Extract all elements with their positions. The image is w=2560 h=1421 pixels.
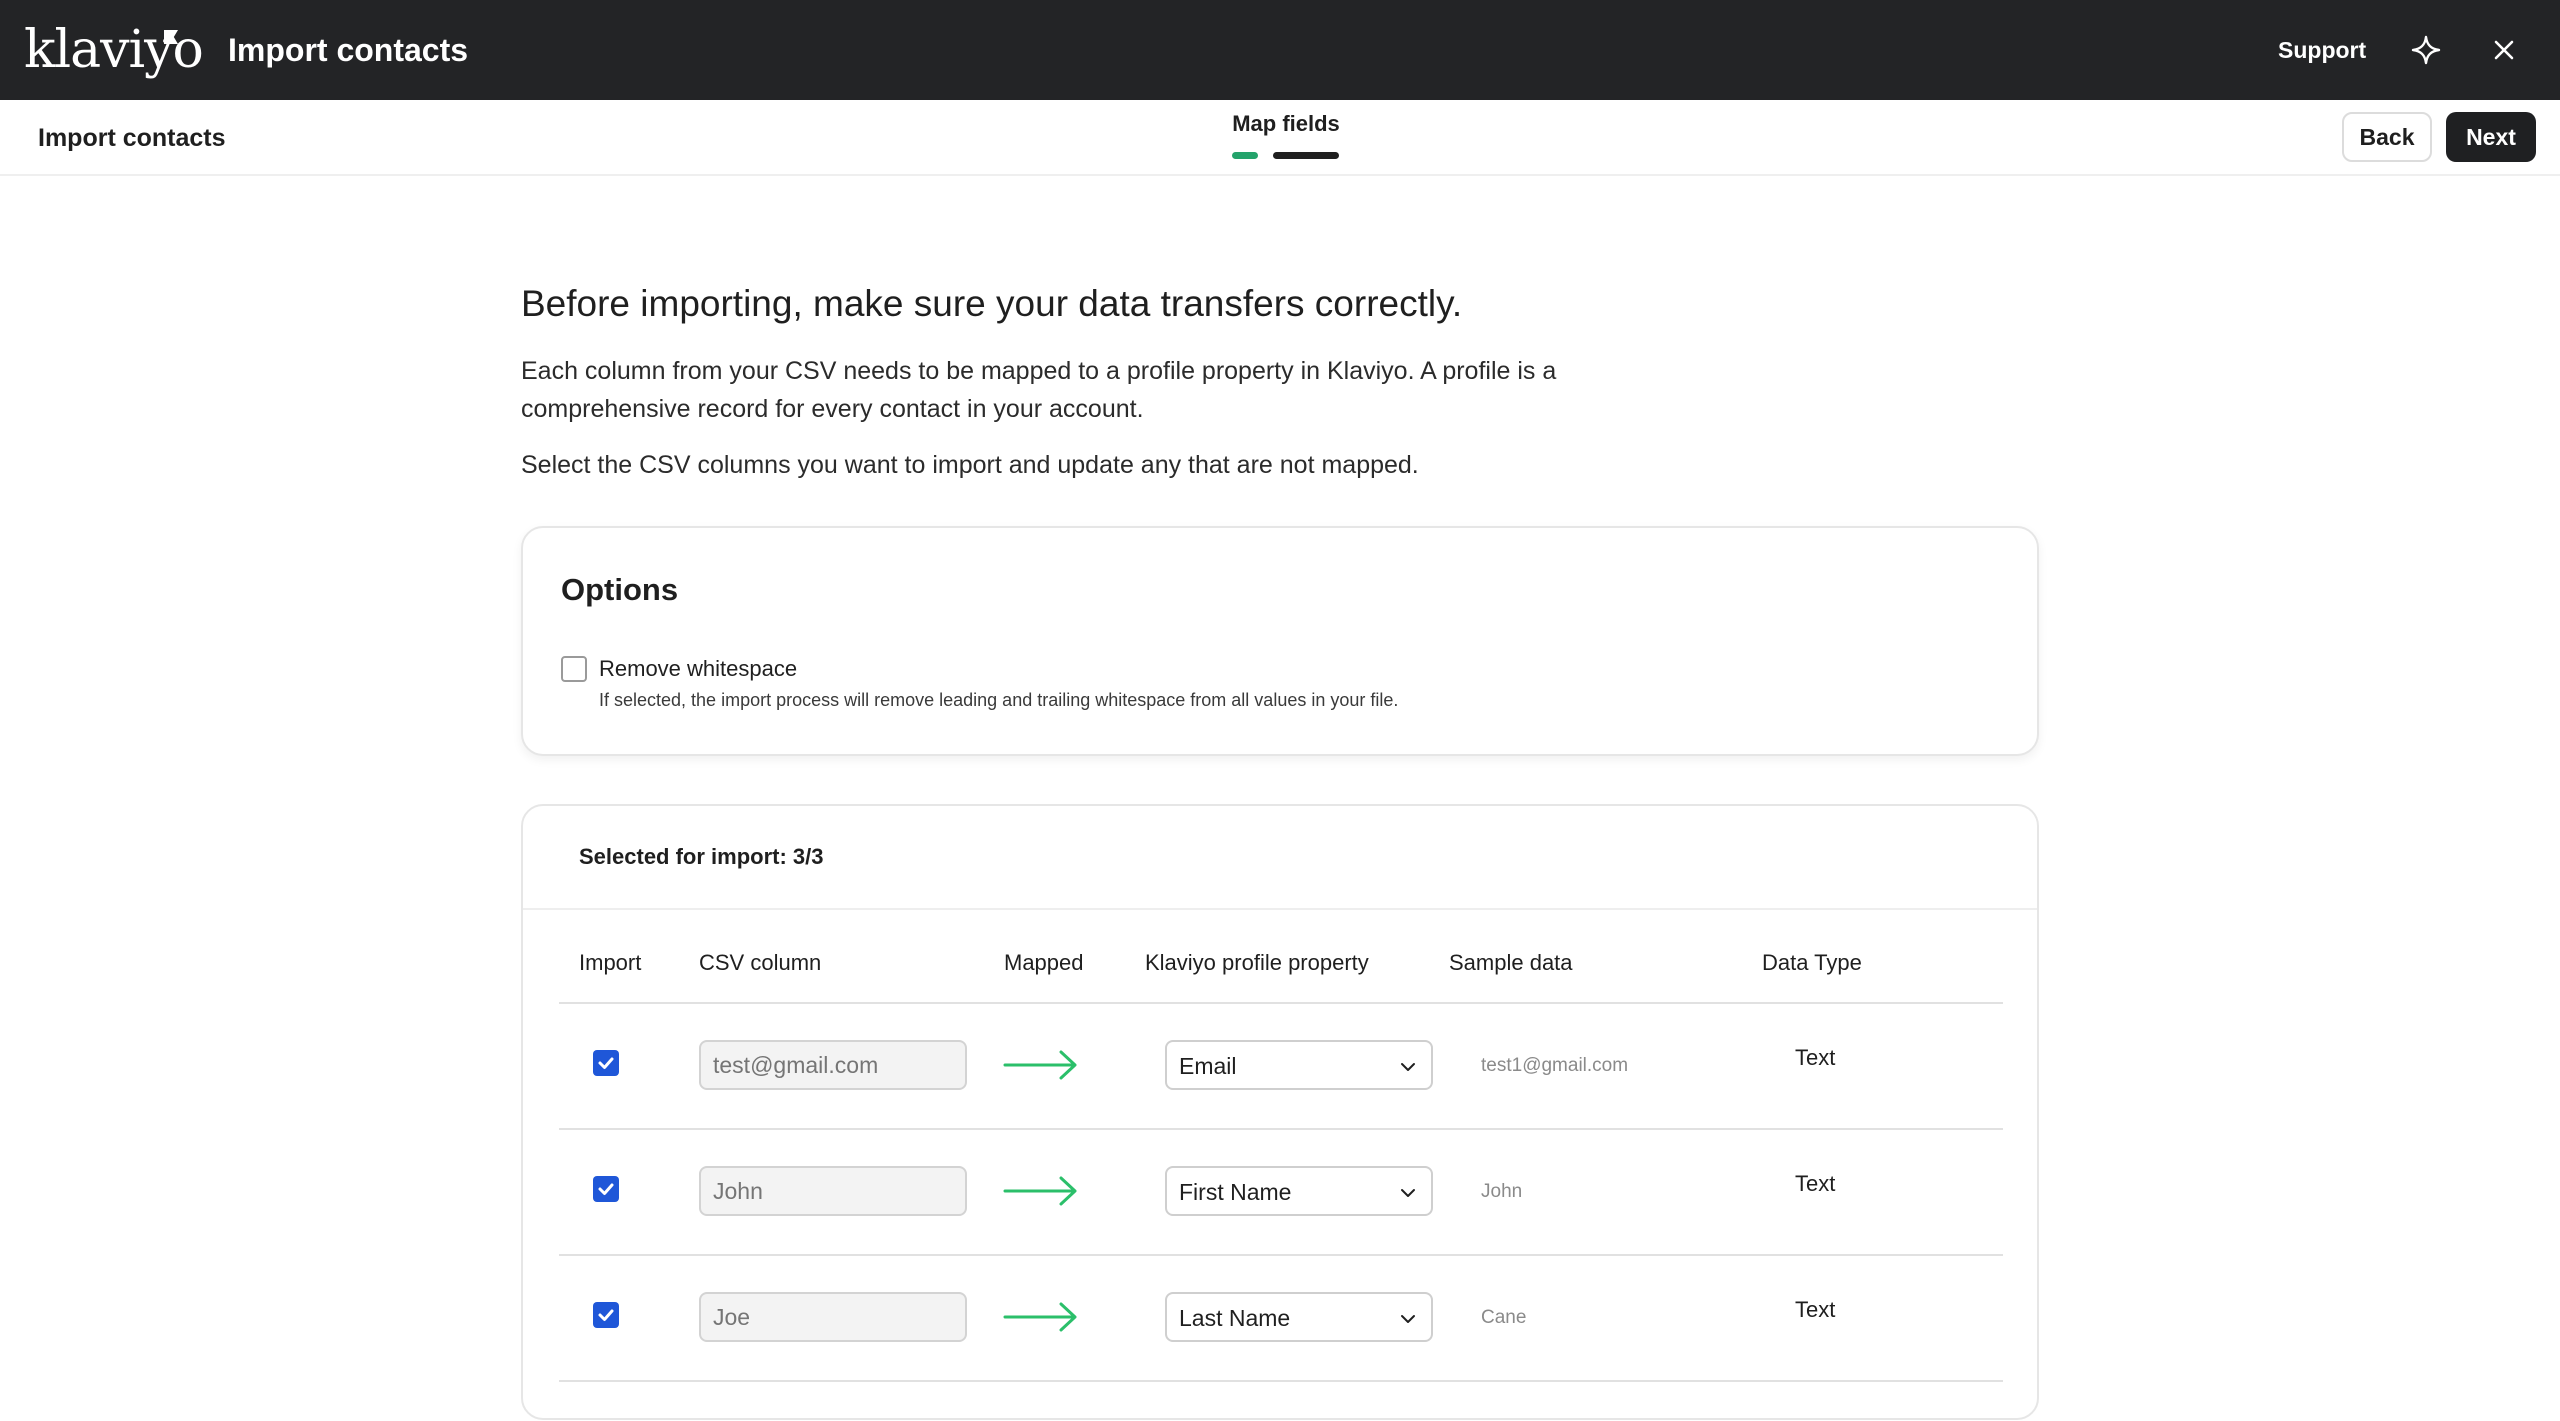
close-icon[interactable] bbox=[2488, 34, 2520, 66]
header-import: Import bbox=[579, 950, 642, 975]
main-heading: Before importing, make sure your data tr… bbox=[521, 283, 1463, 324]
sample-data: test1@gmail.com bbox=[1481, 1055, 1629, 1076]
data-type: Text bbox=[1795, 1297, 1836, 1322]
csv-column-field[interactable] bbox=[699, 1292, 967, 1342]
import-checkbox[interactable] bbox=[593, 1302, 619, 1328]
sample-data: John bbox=[1481, 1181, 1523, 1202]
divider bbox=[523, 908, 2037, 910]
back-button[interactable]: Back bbox=[2342, 112, 2432, 162]
csv-column-field[interactable] bbox=[699, 1166, 967, 1216]
progress-step-complete bbox=[1232, 152, 1258, 159]
intro-paragraph: Each column from your CSV needs to be ma… bbox=[521, 357, 1557, 423]
chevron-down-icon bbox=[1401, 1063, 1415, 1071]
data-type: Text bbox=[1795, 1171, 1836, 1196]
instruction-paragraph: Select the CSV columns you want to impor… bbox=[521, 451, 1419, 479]
checkmark-icon bbox=[598, 1183, 614, 1195]
top-bar: klaviyo Import contacts Support bbox=[0, 0, 2560, 100]
remove-whitespace-label[interactable]: Remove whitespace bbox=[599, 654, 797, 684]
sample-data: Cane bbox=[1481, 1307, 1527, 1328]
page-title: Import contacts bbox=[38, 124, 226, 152]
sub-header: Import contacts Map fields Back Next bbox=[0, 100, 2560, 176]
csv-column-field[interactable] bbox=[699, 1040, 967, 1090]
header-csv-column: CSV column bbox=[699, 950, 822, 975]
arrow-right-icon bbox=[1003, 1050, 1077, 1080]
header-data-type: Data Type bbox=[1762, 950, 1862, 975]
app-title: Import contacts bbox=[228, 32, 469, 68]
header-profile-property: Klaviyo profile property bbox=[1145, 950, 1369, 975]
profile-property-value: Last Name bbox=[1179, 1305, 1291, 1331]
header-sample-data: Sample data bbox=[1449, 950, 1573, 975]
arrow-right-icon bbox=[1003, 1176, 1077, 1206]
chevron-down-icon bbox=[1401, 1189, 1415, 1197]
import-checkbox[interactable] bbox=[593, 1176, 619, 1202]
table-row: Email test1@gmail.com Text bbox=[559, 1004, 2003, 1130]
data-type: Text bbox=[1795, 1045, 1836, 1070]
profile-property-value: Email bbox=[1179, 1053, 1237, 1079]
checkmark-icon bbox=[598, 1309, 614, 1321]
profile-property-select[interactable]: First Name bbox=[1165, 1166, 1433, 1216]
profile-property-value: First Name bbox=[1179, 1179, 1292, 1205]
arrow-right-icon bbox=[1003, 1302, 1077, 1332]
import-checkbox[interactable] bbox=[593, 1050, 619, 1076]
chevron-down-icon bbox=[1401, 1315, 1415, 1323]
options-title: Options bbox=[561, 572, 679, 607]
checkmark-icon bbox=[598, 1057, 614, 1069]
profile-property-select[interactable]: Email bbox=[1165, 1040, 1433, 1090]
table-row: Last Name Cane Text bbox=[559, 1256, 2003, 1382]
remove-whitespace-help: If selected, the import process will rem… bbox=[599, 690, 1399, 710]
selected-count: Selected for import: 3/3 bbox=[579, 844, 824, 869]
sparkle-icon[interactable] bbox=[2410, 34, 2442, 66]
support-link[interactable]: Support bbox=[2278, 32, 2366, 68]
step-label: Map fields bbox=[1232, 111, 1340, 136]
progress-step-current bbox=[1273, 152, 1339, 159]
table-row: First Name John Text bbox=[559, 1130, 2003, 1256]
header-mapped: Mapped bbox=[1004, 950, 1084, 975]
options-card: Options Remove whitespace If selected, t… bbox=[521, 526, 2039, 756]
remove-whitespace-checkbox[interactable] bbox=[561, 656, 587, 682]
profile-property-select[interactable]: Last Name bbox=[1165, 1292, 1433, 1342]
import-mapping-card: Selected for import: 3/3 Import CSV colu… bbox=[521, 804, 2039, 1420]
next-button[interactable]: Next bbox=[2446, 112, 2536, 162]
